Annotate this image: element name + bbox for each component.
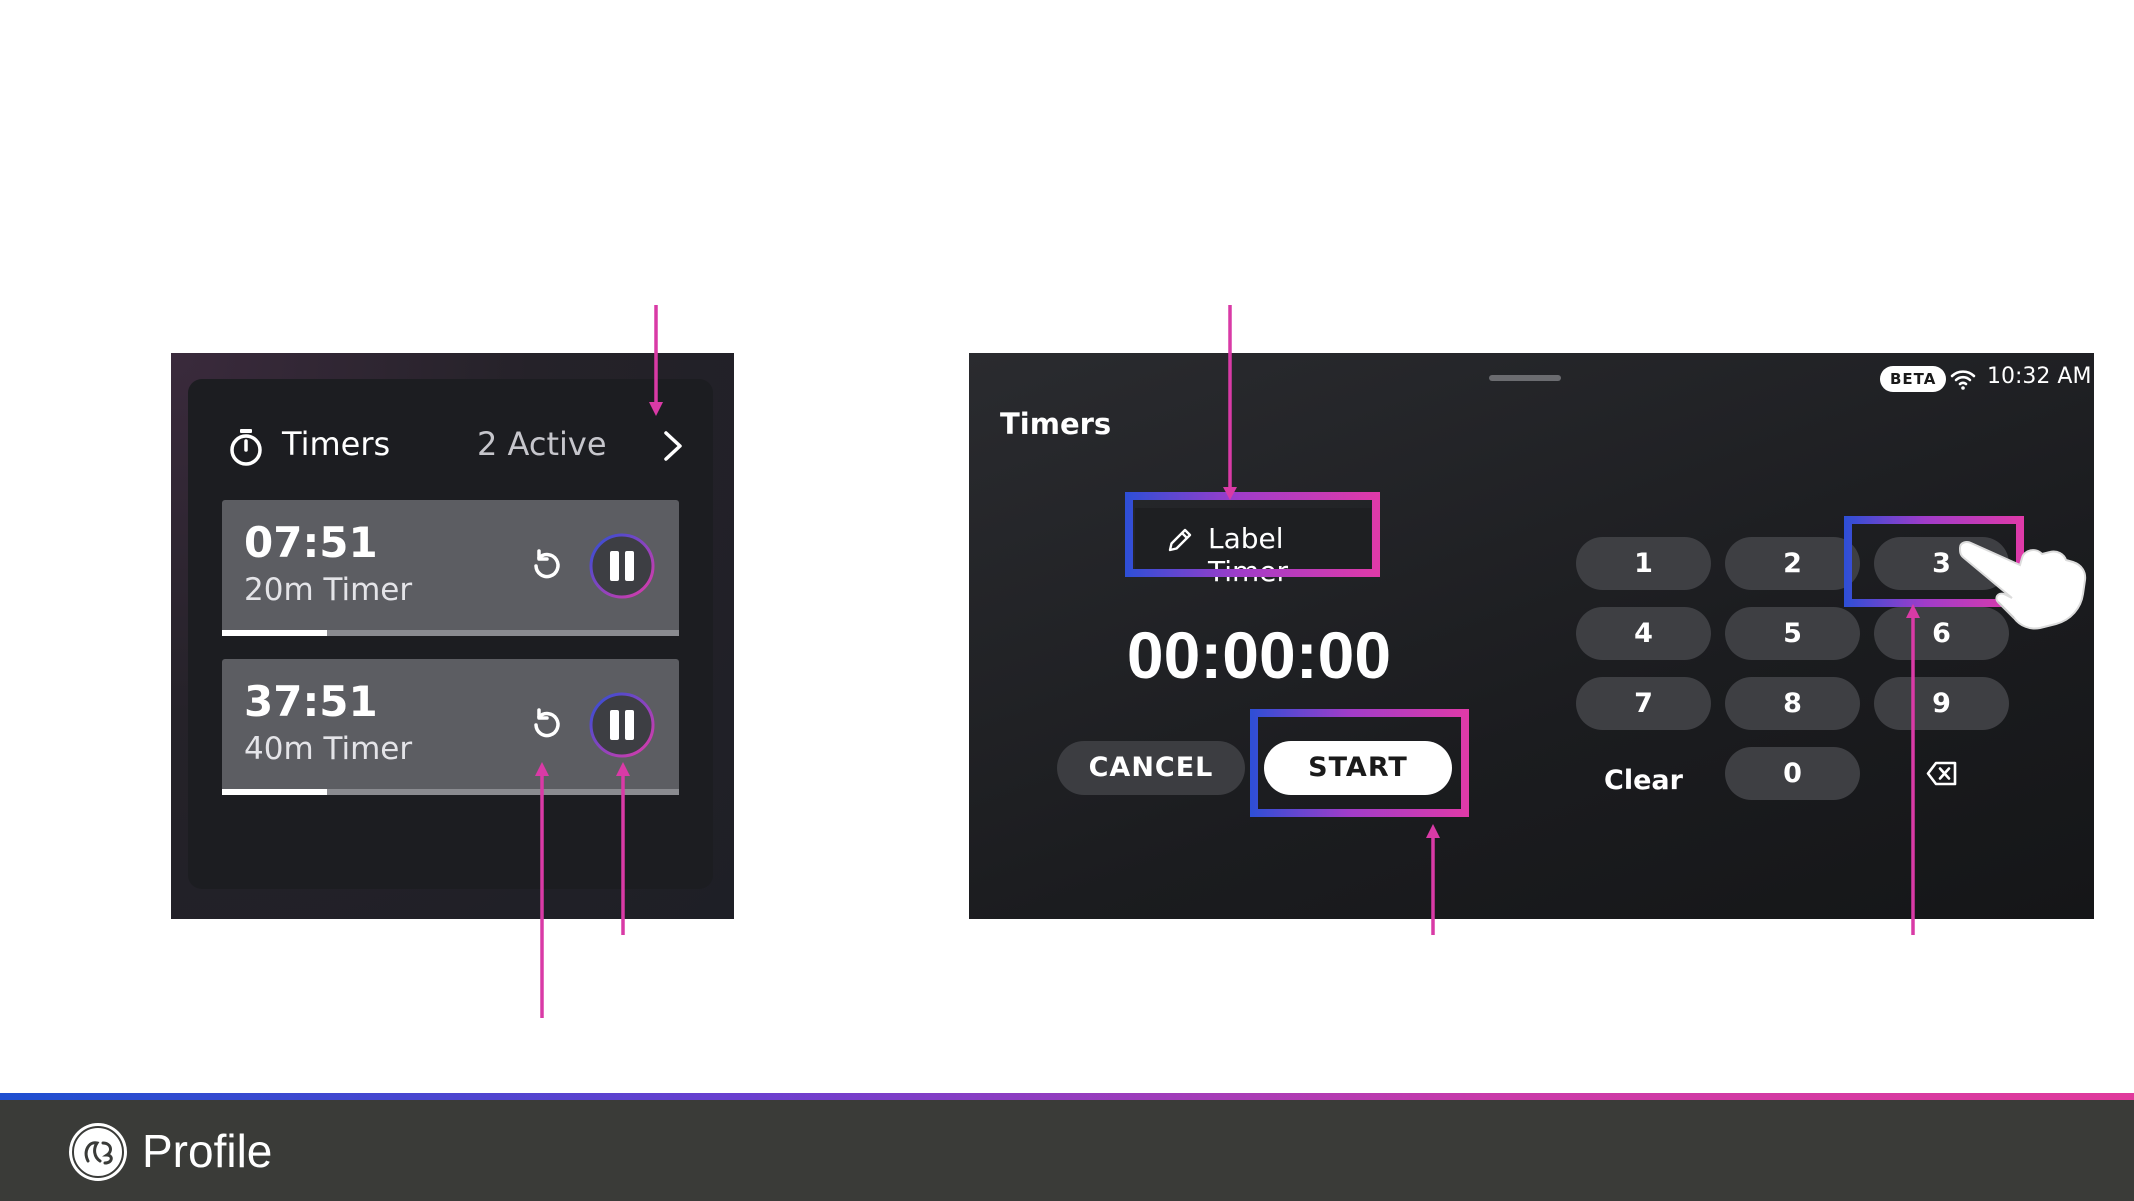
pause-button[interactable] [588,532,656,600]
label-timer-button[interactable]: Label Timer [1135,508,1371,588]
status-clock: 10:32 AM [1987,364,2092,389]
footer: Profile [0,1100,2134,1201]
timer-progress [222,630,679,636]
timer-time: 37:51 [244,677,378,726]
beta-badge: BETA [1880,366,1947,392]
timers-panel: BETA 10:32 AM Timers Label Timer 00:00:0… [969,353,2094,919]
label-timer-text: Label Timer [1208,522,1289,588]
timer-name: 40m Timer [244,731,413,767]
backspace-button[interactable] [1874,747,2009,800]
chevron-right-icon[interactable] [658,425,688,467]
pencil-icon [1168,528,1192,552]
ge-logo-icon [69,1123,127,1181]
start-button[interactable]: START [1264,741,1452,795]
widget-header: Timers 2 Active [226,421,686,471]
timers-widget: Timers 2 Active 07:51 20m Timer 37:51 40… [171,353,734,919]
cancel-button[interactable]: CANCEL [1057,741,1245,795]
keypad-key-0[interactable]: 0 [1725,747,1860,800]
backspace-icon [1926,761,1957,786]
reset-icon[interactable] [522,701,570,749]
timer-progress [222,789,679,795]
timer-progress-fill [222,630,328,636]
timer-time: 07:51 [244,518,378,567]
keypad-key-7[interactable]: 7 [1576,677,1711,730]
panel-title: Timers [1000,407,1112,441]
timers-widget-card: Timers 2 Active 07:51 20m Timer 37:51 40… [188,379,713,889]
keypad-key-4[interactable]: 4 [1576,607,1711,660]
keypad-key-1[interactable]: 1 [1576,537,1711,590]
widget-title: Timers [282,425,391,463]
time-display: 00:00:00 [1126,618,1392,692]
stopwatch-icon [230,429,262,466]
keypad-key-5[interactable]: 5 [1725,607,1860,660]
timer-progress-fill [222,789,328,795]
timer-row[interactable]: 07:51 20m Timer [222,500,679,636]
wifi-icon [1950,370,1976,390]
pause-button[interactable] [588,691,656,759]
brand-name: Profile [142,1125,273,1177]
drag-handle[interactable] [1489,375,1561,381]
keypad-key-8[interactable]: 8 [1725,677,1860,730]
hand-pointer-icon [1958,541,2087,630]
footer-accent-stripe [0,1093,2134,1100]
keypad-key-9[interactable]: 9 [1874,677,2009,730]
active-count: 2 Active [477,425,607,463]
timer-row[interactable]: 37:51 40m Timer [222,659,679,795]
timer-name: 20m Timer [244,572,413,608]
reset-icon[interactable] [522,542,570,590]
keypad-clear[interactable]: Clear [1576,754,1711,807]
keypad-key-2[interactable]: 2 [1725,537,1860,590]
